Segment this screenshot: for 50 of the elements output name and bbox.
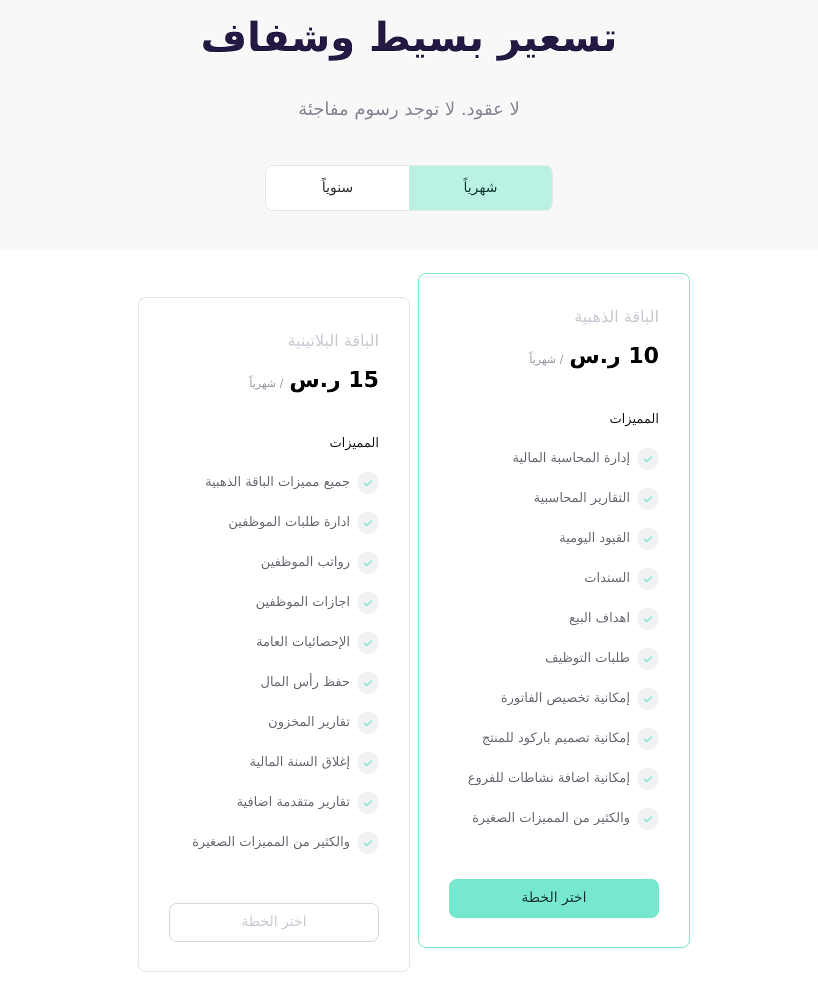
feature-text: الإحصائيات العامة — [256, 634, 350, 652]
check-icon — [637, 688, 659, 710]
check-icon — [637, 608, 659, 630]
check-icon — [357, 712, 379, 734]
price-period: / شهرياً — [249, 376, 284, 392]
feature-text: والكثير من المميزات الصغيرة — [472, 810, 630, 828]
check-icon — [357, 552, 379, 574]
feature-text: إمكانية تصميم باركود للمنتج — [482, 730, 630, 748]
check-icon — [357, 792, 379, 814]
feature-text: التقارير المحاسبية — [534, 490, 630, 508]
check-icon — [637, 808, 659, 830]
feature-text: طلبات التوظيف — [545, 650, 630, 668]
check-icon — [637, 568, 659, 590]
check-icon — [357, 512, 379, 534]
check-icon — [357, 632, 379, 654]
features-heading: المميزات — [609, 411, 659, 429]
feature-text: السندات — [584, 570, 630, 588]
feature-text: إمكانية اضافة نشاطات للفروع — [468, 770, 630, 788]
feature-text: تقارير متقدمة اضافية — [236, 794, 350, 812]
page-title: تسعير بسيط وشفاف — [200, 14, 618, 63]
feature-text: القيود اليومية — [559, 530, 630, 548]
feature-text: إمكانية تخصيص الفاتورة — [500, 690, 630, 708]
check-icon — [637, 648, 659, 670]
check-icon — [637, 488, 659, 510]
plan-price: 10 ر.س — [569, 343, 659, 371]
feature-text: رواتب الموظفين — [260, 554, 350, 572]
select-plan-button[interactable]: اختر الخطة — [449, 879, 659, 918]
feature-text: ادارة طلبات الموظفين — [228, 514, 350, 532]
check-icon — [637, 448, 659, 470]
price-period: / شهرياً — [529, 352, 564, 368]
feature-text: اجازات الموظفين — [256, 594, 350, 612]
feature-text: إغلاق السنة المالية — [250, 754, 350, 772]
check-icon — [357, 472, 379, 494]
check-icon — [637, 528, 659, 550]
check-icon — [357, 752, 379, 774]
billing-tab[interactable]: شهرياً — [409, 166, 552, 210]
check-icon — [357, 832, 379, 854]
check-icon — [357, 672, 379, 694]
check-icon — [637, 768, 659, 790]
check-icon — [357, 592, 379, 614]
feature-text: اهداف البيع — [569, 610, 630, 628]
feature-text: جميع مميزات الباقة الذهبية — [205, 474, 350, 492]
feature-text: إدارة المحاسبة المالية — [512, 450, 630, 468]
features-heading: المميزات — [329, 435, 379, 453]
check-icon — [637, 728, 659, 750]
feature-text: حفظ رأس المال — [260, 673, 350, 692]
feature-text: والكثير من المميزات الصغيرة — [192, 834, 350, 852]
feature-text: تقارير المخزون — [268, 714, 350, 732]
plan-price: 15 ر.س — [289, 367, 379, 395]
page-subtitle: لا عقود. لا توجد رسوم مفاجئة — [298, 98, 520, 122]
